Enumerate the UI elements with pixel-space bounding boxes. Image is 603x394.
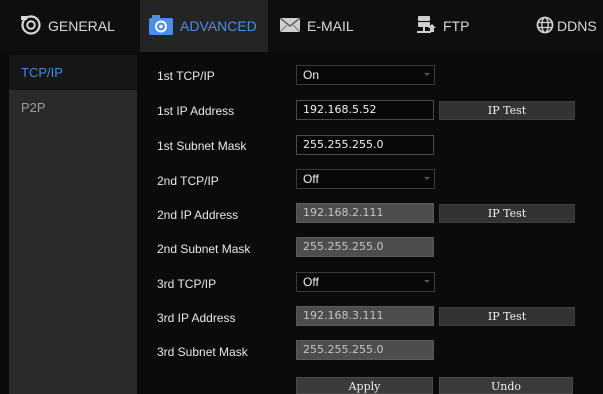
mask2-label: 2nd Subnet Mask xyxy=(157,242,251,256)
tab-advanced[interactable]: ADVANCED xyxy=(140,0,268,52)
tcp2-label: 2nd TCP/IP xyxy=(157,174,219,188)
ip1-label: 1st IP Address xyxy=(157,104,235,118)
globe-icon xyxy=(536,16,554,37)
tab-ftp-label: FTP xyxy=(443,18,470,34)
undo-button[interactable]: Undo xyxy=(439,377,573,394)
server-upload-icon xyxy=(415,15,437,38)
sidebar: TCP/IP P2P xyxy=(9,55,137,394)
tcp1-label: 1st TCP/IP xyxy=(157,69,215,83)
tab-general-label: GENERAL xyxy=(48,18,115,34)
tab-ddns[interactable]: DDNS xyxy=(533,0,603,52)
sidebar-item-tcpip[interactable]: TCP/IP xyxy=(9,55,137,90)
tab-email[interactable]: E-MAIL xyxy=(279,0,404,52)
tcp1-select[interactable]: On xyxy=(296,65,435,85)
ip2-input[interactable]: 192.168.2.111 xyxy=(296,203,434,223)
advanced-camera-icon xyxy=(148,14,174,39)
envelope-icon xyxy=(279,16,301,36)
tcp3-select[interactable]: Off xyxy=(296,272,435,292)
tcp1-value: On xyxy=(303,68,320,82)
top-nav: GENERAL ADVANCED E-MAIL FTP DDNS xyxy=(0,0,603,52)
tcp3-label: 3rd TCP/IP xyxy=(157,277,217,291)
tab-email-label: E-MAIL xyxy=(307,18,354,34)
mask2-input[interactable]: 255.255.255.0 xyxy=(296,237,434,257)
mask3-label: 3rd Subnet Mask xyxy=(157,345,248,359)
tcp2-value: Off xyxy=(303,172,319,186)
mask3-input[interactable]: 255.255.255.0 xyxy=(296,340,434,360)
camera-lens-icon xyxy=(20,14,42,38)
ip2-test-button[interactable]: IP Test xyxy=(439,204,575,223)
ip2-label: 2nd IP Address xyxy=(157,208,239,222)
tab-ddns-label: DDNS xyxy=(557,18,597,34)
mask1-input[interactable]: 255.255.255.0 xyxy=(296,135,434,155)
chevron-down-icon xyxy=(424,73,430,76)
tcp3-value: Off xyxy=(303,275,319,289)
mask1-label: 1st Subnet Mask xyxy=(157,139,247,153)
ip3-test-button[interactable]: IP Test xyxy=(439,307,575,326)
ip1-input[interactable]: 192.168.5.52 xyxy=(296,100,434,120)
sidebar-item-p2p[interactable]: P2P xyxy=(9,90,137,125)
tcp2-select[interactable]: Off xyxy=(296,169,435,189)
chevron-down-icon xyxy=(424,280,430,283)
tab-ftp[interactable]: FTP xyxy=(410,0,520,52)
chevron-down-icon xyxy=(424,177,430,180)
tab-general[interactable]: GENERAL xyxy=(0,0,133,52)
apply-button[interactable]: Apply xyxy=(296,377,433,394)
tab-advanced-label: ADVANCED xyxy=(180,18,257,34)
ip1-test-button[interactable]: IP Test xyxy=(439,101,575,120)
ip3-label: 3rd IP Address xyxy=(157,311,236,325)
ip3-input[interactable]: 192.168.3.111 xyxy=(296,306,434,326)
